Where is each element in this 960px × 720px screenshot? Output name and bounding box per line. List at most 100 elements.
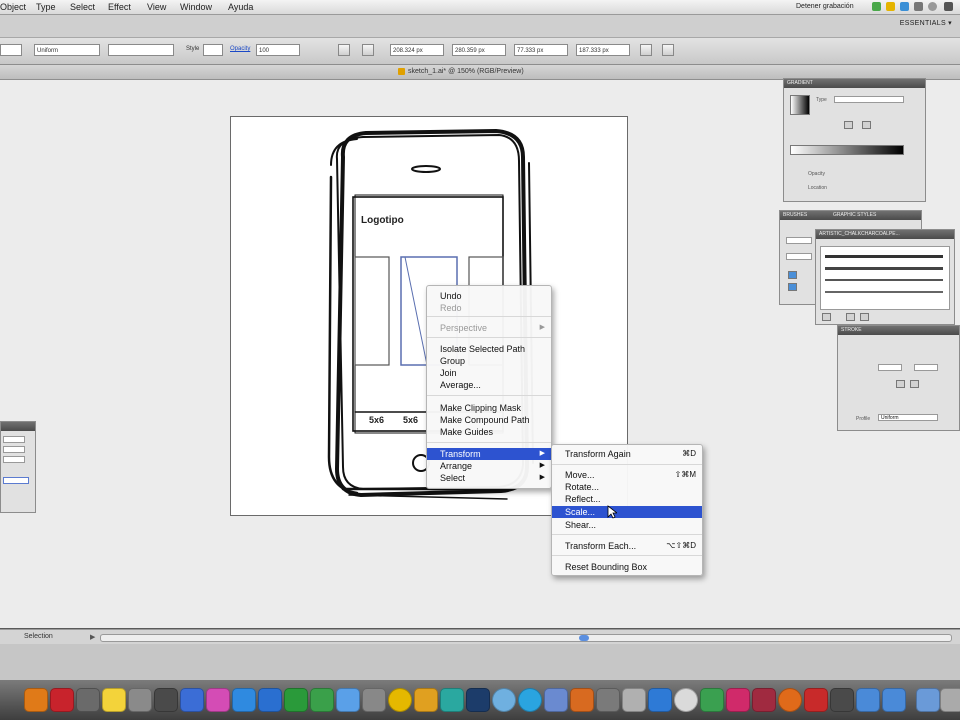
transform-icon[interactable] (362, 44, 374, 56)
brush-select[interactable] (108, 44, 174, 56)
menu-select[interactable]: Select (70, 2, 95, 12)
scrollbar-thumb[interactable] (579, 635, 589, 641)
stroke-profile-select[interactable]: Uniform (878, 414, 938, 421)
gradient-tab[interactable]: GRADIENT (784, 79, 816, 88)
next-icon[interactable] (860, 313, 869, 321)
y-field[interactable]: 280.359 px (452, 44, 506, 56)
panel-field[interactable] (878, 364, 902, 371)
menu-item-select[interactable]: Select ▶ (427, 472, 551, 484)
skype-app-icon[interactable] (518, 688, 542, 712)
app-icon[interactable] (804, 688, 828, 712)
folder-icon[interactable] (882, 688, 906, 712)
stroke-tab[interactable]: STROKE (838, 326, 865, 335)
style-swatch[interactable] (203, 44, 223, 56)
menu-item-undo[interactable]: Undo (427, 290, 551, 302)
menu-item-perspective[interactable]: Perspective ▶ (427, 322, 551, 334)
menu-item-scale[interactable]: Scale... (552, 506, 702, 518)
menu-item-transform[interactable]: Transform ▶ (427, 448, 551, 460)
menu-item-isolate-selected-path[interactable]: Isolate Selected Path (427, 343, 551, 355)
panel-field[interactable] (3, 436, 25, 443)
menu-effect[interactable]: Effect (108, 2, 131, 12)
arrow-icon[interactable] (896, 380, 905, 388)
menu-item-average[interactable]: Average... (427, 379, 551, 391)
menu-item-make-clipping-mask[interactable]: Make Clipping Mask (427, 402, 551, 414)
app-icon[interactable] (752, 688, 776, 712)
app-icon[interactable] (674, 688, 698, 712)
app-icon[interactable] (414, 688, 438, 712)
app-icon[interactable] (76, 688, 100, 712)
notes-app-icon[interactable] (102, 688, 126, 712)
brush-stroke-sample[interactable] (825, 291, 943, 293)
app-icon[interactable] (128, 688, 152, 712)
brush-stroke-sample[interactable] (825, 279, 943, 281)
gradient-type-select[interactable] (834, 96, 904, 103)
app-icon[interactable] (440, 688, 464, 712)
gradient-swatch[interactable] (790, 95, 810, 115)
stroke-profile-select[interactable]: Uniform (34, 44, 100, 56)
app-icon[interactable] (570, 688, 594, 712)
previous-icon[interactable] (846, 313, 855, 321)
app-icon[interactable] (336, 688, 360, 712)
app-icon[interactable] (258, 688, 282, 712)
folder-icon[interactable] (856, 688, 880, 712)
trash-icon[interactable] (940, 688, 960, 712)
app-store-icon[interactable] (232, 688, 256, 712)
library-icon[interactable] (822, 313, 831, 321)
app-icon[interactable] (622, 688, 646, 712)
panel-title-bar[interactable]: STROKE (838, 326, 959, 335)
reverse-icon[interactable] (862, 121, 871, 129)
essentials-button[interactable]: ESSENTIALS ▾ (900, 19, 952, 27)
menu-type[interactable]: Type (36, 2, 56, 12)
menu-item-redo[interactable]: Redo (427, 302, 551, 314)
app-icon[interactable] (492, 688, 516, 712)
panel-field[interactable] (3, 456, 25, 463)
folder-icon[interactable] (916, 688, 940, 712)
photoshop-app-icon[interactable] (466, 688, 490, 712)
transform-mini-panel[interactable] (0, 421, 36, 513)
brush-library-panel[interactable]: ARTISTIC_CHALKCHARCOALPE... (815, 229, 955, 325)
menu-window[interactable]: Window (180, 2, 212, 12)
brush-list[interactable] (820, 246, 950, 310)
menu-view[interactable]: View (147, 2, 166, 12)
x-field[interactable]: 208.324 px (390, 44, 444, 56)
opacity-field[interactable]: 100 (256, 44, 300, 56)
menu-item-rotate[interactable]: Rotate... (552, 481, 702, 493)
app-icon[interactable] (726, 688, 750, 712)
opacity-link[interactable]: Opacity (230, 46, 250, 52)
menu-item-reset-bounding-box[interactable]: Reset Bounding Box (552, 561, 702, 573)
panel-field[interactable] (914, 364, 938, 371)
panel-title-bar[interactable]: GRADIENT (784, 79, 925, 88)
graphic-styles-tab[interactable]: GRAPHIC STYLES (830, 211, 879, 220)
recording-label[interactable]: Detener grabación (796, 3, 854, 10)
brush-icon[interactable] (788, 283, 797, 291)
panel-field[interactable] (786, 237, 812, 244)
app-icon[interactable] (206, 688, 230, 712)
brushes-tab[interactable]: BRUSHES (780, 211, 810, 220)
app-icon[interactable] (648, 688, 672, 712)
menu-item-move[interactable]: Move... ⇧⌘M (552, 469, 702, 481)
panel-field[interactable] (3, 477, 29, 484)
menu-item-make-compound-path[interactable]: Make Compound Path (427, 414, 551, 426)
menu-item-reflect[interactable]: Reflect... (552, 493, 702, 505)
gradient-slider[interactable] (790, 145, 904, 155)
menu-item-transform-again[interactable]: Transform Again ⌘D (552, 448, 702, 460)
brush-stroke-sample[interactable] (825, 267, 943, 270)
angle-icon[interactable] (844, 121, 853, 129)
height-field[interactable]: 187.333 px (576, 44, 630, 56)
brush-library-tab[interactable]: ARTISTIC_CHALKCHARCOALPE... (816, 230, 903, 239)
menu-item-transform-each[interactable]: Transform Each... ⌥⇧⌘D (552, 540, 702, 552)
panel-field[interactable] (3, 446, 25, 453)
panel-title-bar[interactable]: BRUSHES GRAPHIC STYLES (780, 211, 921, 220)
illustrator-app-icon[interactable] (24, 688, 48, 712)
menu-ayuda[interactable]: Ayuda (228, 2, 253, 12)
panel-field[interactable] (786, 253, 812, 260)
menu-item-arrange[interactable]: Arrange ▶ (427, 460, 551, 472)
panel-title-bar[interactable] (1, 422, 35, 431)
app-icon[interactable] (362, 688, 386, 712)
app-icon[interactable] (596, 688, 620, 712)
app-icon[interactable] (154, 688, 178, 712)
horizontal-scrollbar[interactable] (100, 634, 952, 642)
panel-menu-icon[interactable] (662, 44, 674, 56)
link-proportions-icon[interactable] (640, 44, 652, 56)
stroke-weight-field[interactable] (0, 44, 22, 56)
